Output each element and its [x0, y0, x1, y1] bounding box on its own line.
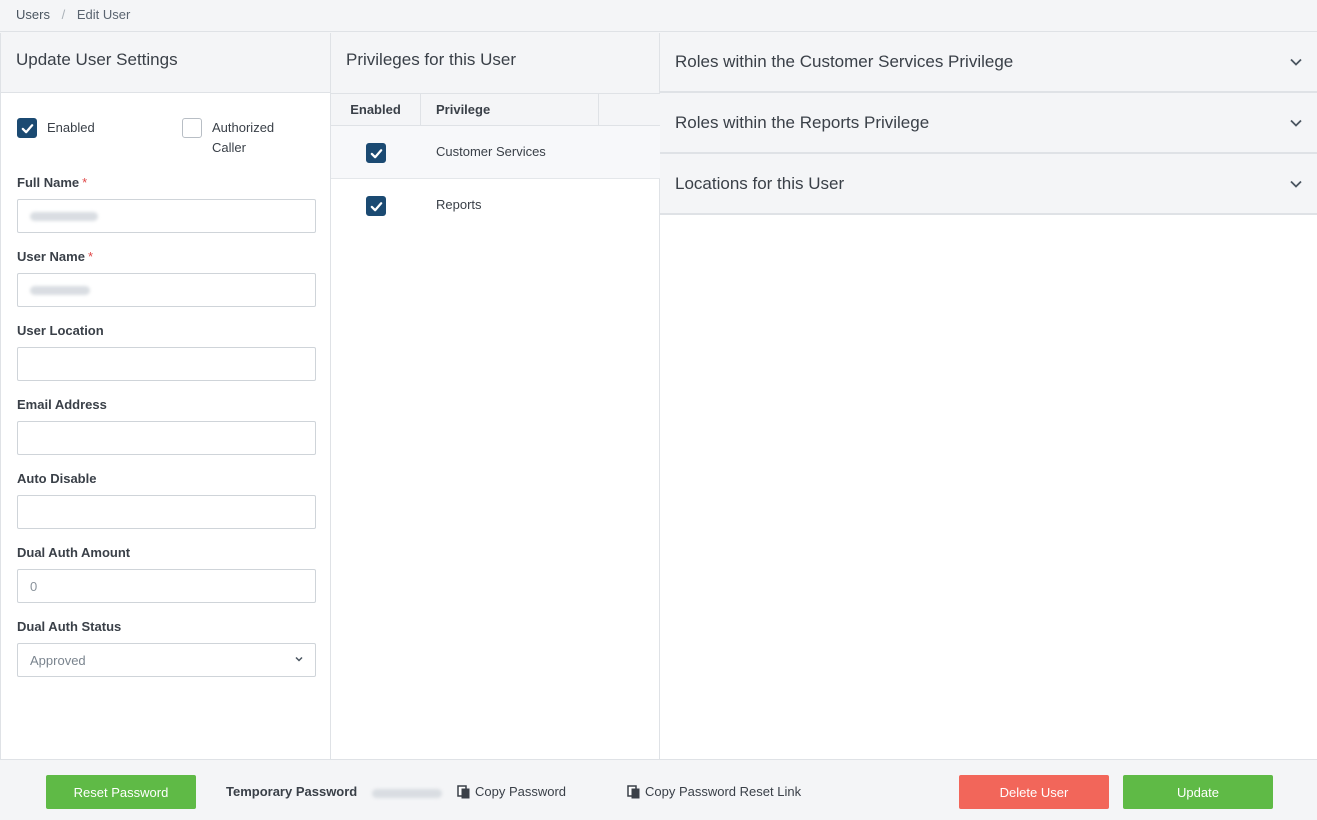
- redacted-value: [30, 212, 98, 221]
- breadcrumb-current: Edit User: [76, 7, 131, 22]
- roles-panel: Roles within the Customer Services Privi…: [660, 33, 1317, 759]
- table-row[interactable]: Customer Services: [331, 126, 660, 179]
- copy-reset-link-label: Copy Password Reset Link: [645, 784, 802, 799]
- email-label: Email Address: [17, 397, 107, 412]
- user-settings-title: Update User Settings: [1, 33, 330, 93]
- email-field: Email Address: [17, 397, 316, 455]
- dual-auth-amount-label: Dual Auth Amount: [17, 545, 131, 560]
- chevron-down-icon: [1290, 119, 1302, 127]
- breadcrumb-separator: /: [61, 7, 66, 22]
- user-location-field: User Location: [17, 323, 316, 381]
- required-marker: *: [87, 249, 93, 264]
- accordion-title: Roles within the Customer Services Privi…: [675, 52, 1014, 71]
- privileges-panel: Privileges for this User Enabled Privile…: [331, 33, 660, 759]
- user-name-label: User Name: [17, 249, 85, 264]
- reset-password-button[interactable]: Reset Password: [46, 775, 196, 809]
- privilege-name: Customer Services: [436, 144, 546, 159]
- copy-icon: [457, 784, 470, 798]
- auto-disable-label: Auto Disable: [17, 471, 97, 486]
- email-input[interactable]: [17, 421, 316, 455]
- dual-auth-amount-input[interactable]: 0: [17, 569, 316, 603]
- checkmark-icon: [370, 148, 382, 158]
- breadcrumb-users-link[interactable]: Users: [16, 7, 50, 22]
- enabled-label: Enabled: [47, 120, 95, 135]
- column-header-privilege[interactable]: Privilege: [421, 94, 599, 125]
- authorized-caller-checkbox-item[interactable]: Authorized Caller: [182, 118, 292, 158]
- privilege-checkbox[interactable]: [366, 196, 386, 216]
- chevron-down-icon: [1290, 58, 1302, 66]
- chevron-down-icon: [295, 656, 303, 662]
- privilege-name: Reports: [436, 197, 482, 212]
- user-name-input[interactable]: [17, 273, 316, 307]
- checkmark-icon: [21, 123, 33, 133]
- authorized-caller-label: Authorized Caller: [212, 120, 275, 155]
- dual-auth-amount-field: Dual Auth Amount 0: [17, 545, 316, 603]
- auto-disable-field: Auto Disable: [17, 471, 316, 529]
- footer-action-bar: Reset Password Temporary Password Copy P…: [0, 759, 1317, 820]
- full-name-input[interactable]: [17, 199, 316, 233]
- privileges-title: Privileges for this User: [331, 33, 659, 93]
- dual-auth-status-label: Dual Auth Status: [17, 619, 122, 634]
- checkbox-row: Enabled Authorized Caller: [17, 118, 317, 162]
- accordion-user-locations[interactable]: Locations for this User: [660, 154, 1317, 215]
- copy-reset-link[interactable]: Copy Password Reset Link: [627, 784, 801, 799]
- copy-password-label: Copy Password: [475, 784, 567, 799]
- accordion-customer-services-roles[interactable]: Roles within the Customer Services Privi…: [660, 33, 1317, 93]
- chevron-down-icon: [1290, 180, 1302, 188]
- temporary-password-value: [372, 789, 442, 798]
- column-header-enabled[interactable]: Enabled: [331, 94, 421, 125]
- table-row[interactable]: Reports: [331, 179, 660, 232]
- enabled-checkbox[interactable]: [17, 118, 37, 138]
- breadcrumb: Users / Edit User: [0, 0, 1317, 32]
- required-marker: *: [82, 175, 88, 190]
- privileges-table-header: Enabled Privilege: [331, 93, 660, 126]
- temporary-password-label: Temporary Password: [226, 784, 358, 799]
- delete-user-button[interactable]: Delete User: [959, 775, 1109, 809]
- copy-password-link[interactable]: Copy Password: [457, 784, 566, 799]
- full-name-field: Full Name *: [17, 175, 316, 233]
- copy-icon: [627, 784, 640, 798]
- user-location-label: User Location: [17, 323, 104, 338]
- enabled-checkbox-item[interactable]: Enabled: [17, 118, 95, 138]
- dual-auth-status-select[interactable]: Approved: [17, 643, 316, 677]
- dual-auth-status-field: Dual Auth Status Approved: [17, 619, 316, 677]
- user-name-field: User Name *: [17, 249, 316, 307]
- user-settings-panel: Update User Settings Enabled Authorized …: [0, 33, 331, 759]
- user-location-input[interactable]: [17, 347, 316, 381]
- accordion-reports-roles[interactable]: Roles within the Reports Privilege: [660, 93, 1317, 154]
- update-button[interactable]: Update: [1123, 775, 1273, 809]
- redacted-value: [30, 286, 90, 295]
- checkmark-icon: [370, 201, 382, 211]
- full-name-label: Full Name: [17, 175, 80, 190]
- privilege-checkbox[interactable]: [366, 143, 386, 163]
- auto-disable-input[interactable]: [17, 495, 316, 529]
- authorized-caller-checkbox[interactable]: [182, 118, 202, 138]
- accordion-title: Locations for this User: [675, 173, 845, 193]
- accordion-title: Roles within the Reports Privilege: [675, 112, 930, 132]
